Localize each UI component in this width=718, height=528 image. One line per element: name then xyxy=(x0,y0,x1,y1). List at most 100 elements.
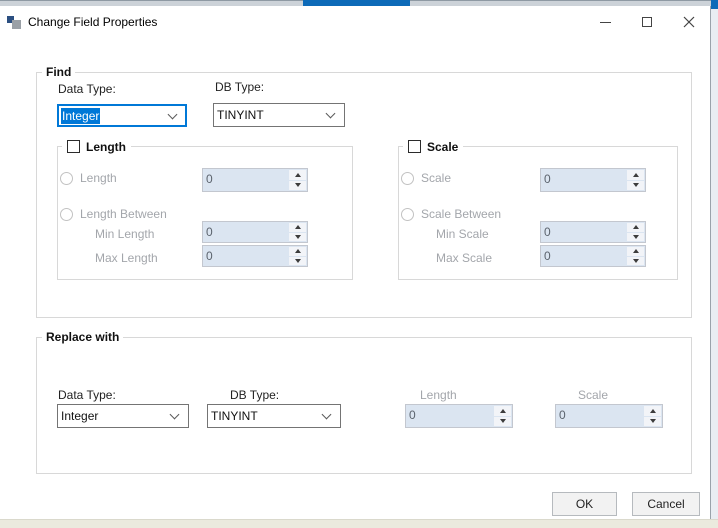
ok-button[interactable]: OK xyxy=(552,492,617,516)
min-length-spinner-value: 0 xyxy=(203,222,288,242)
scale-between-radio: Scale Between xyxy=(401,207,501,221)
chevron-down-icon xyxy=(322,410,332,420)
app-icon xyxy=(7,14,23,30)
spin-buttons xyxy=(627,223,644,241)
length-radio: Length xyxy=(60,171,117,185)
min-scale-spinner-value: 0 xyxy=(541,222,626,242)
spin-down-icon xyxy=(627,257,644,266)
replace-data-type-label: Data Type: xyxy=(58,388,116,402)
length-checkbox-label: Length xyxy=(86,140,126,154)
scale-spinner-value: 0 xyxy=(541,169,626,191)
spin-up-icon xyxy=(289,247,306,256)
replace-length-label: Length xyxy=(420,388,457,402)
replace-db-type-select[interactable]: TINYINT xyxy=(207,404,341,428)
scale-radio-label: Scale xyxy=(421,171,451,185)
radio-icon xyxy=(60,208,73,221)
maximize-icon xyxy=(642,17,652,27)
spin-buttons xyxy=(627,247,644,265)
spin-down-icon xyxy=(289,233,306,242)
spin-down-icon xyxy=(289,257,306,266)
spin-buttons xyxy=(494,406,511,426)
replace-data-type-select[interactable]: Integer xyxy=(57,404,189,428)
find-data-type-label: Data Type: xyxy=(58,82,116,96)
checkbox-icon xyxy=(67,140,80,153)
radio-icon xyxy=(60,172,73,185)
replace-length-spinner: 0 xyxy=(405,404,513,428)
replace-db-type-value: TINYINT xyxy=(211,409,258,423)
minimize-button[interactable] xyxy=(584,8,626,36)
max-scale-spinner-value: 0 xyxy=(541,246,626,266)
replace-group-label: Replace with xyxy=(42,330,123,344)
chevron-down-icon xyxy=(326,109,336,119)
length-between-radio: Length Between xyxy=(60,207,167,221)
maximize-button[interactable] xyxy=(626,8,668,36)
replace-scale-label: Scale xyxy=(578,388,608,402)
find-group-label: Find xyxy=(42,65,75,79)
find-data-type-select[interactable]: Integer xyxy=(57,104,187,127)
spin-up-icon xyxy=(289,170,306,180)
spin-up-icon xyxy=(627,223,644,232)
close-button[interactable] xyxy=(668,8,710,36)
length-radio-label: Length xyxy=(80,171,117,185)
scale-checkbox-label: Scale xyxy=(427,140,458,154)
max-length-label: Max Length xyxy=(95,251,158,265)
window-title: Change Field Properties xyxy=(28,15,157,29)
background-right-strip xyxy=(711,0,718,519)
spin-buttons xyxy=(627,170,644,190)
spin-up-icon xyxy=(627,247,644,256)
length-spinner: 0 xyxy=(202,168,308,192)
scale-checkbox[interactable]: Scale xyxy=(403,139,463,154)
min-length-label: Min Length xyxy=(95,227,154,241)
checkbox-icon xyxy=(408,140,421,153)
chevron-down-icon xyxy=(168,110,178,120)
max-length-spinner-value: 0 xyxy=(203,246,288,266)
radio-icon xyxy=(401,172,414,185)
replace-scale-spinner: 0 xyxy=(555,404,663,428)
min-scale-spinner: 0 xyxy=(540,221,646,243)
caption-buttons xyxy=(584,8,710,36)
spin-buttons xyxy=(289,247,306,265)
spin-buttons xyxy=(644,406,661,426)
spin-buttons xyxy=(289,223,306,241)
scale-between-radio-label: Scale Between xyxy=(421,207,501,221)
replace-length-spinner-value: 0 xyxy=(406,405,493,427)
spin-up-icon xyxy=(289,223,306,232)
spin-up-icon xyxy=(644,406,661,416)
replace-db-type-label: DB Type: xyxy=(230,388,279,402)
screen: Change Field Properties Find D xyxy=(0,0,718,528)
radio-icon xyxy=(401,208,414,221)
length-between-radio-label: Length Between xyxy=(80,207,167,221)
scale-radio: Scale xyxy=(401,171,451,185)
background-right-accent xyxy=(711,0,718,9)
dialog-window: Change Field Properties Find D xyxy=(0,6,711,519)
max-scale-label: Max Scale xyxy=(436,251,492,265)
find-db-type-label: DB Type: xyxy=(215,80,264,94)
spin-down-icon xyxy=(627,233,644,242)
min-length-spinner: 0 xyxy=(202,221,308,243)
title-bar: Change Field Properties xyxy=(0,6,710,38)
chevron-down-icon xyxy=(170,410,180,420)
close-icon xyxy=(683,16,695,28)
length-checkbox[interactable]: Length xyxy=(62,139,131,154)
max-length-spinner: 0 xyxy=(202,245,308,267)
scale-spinner: 0 xyxy=(540,168,646,192)
find-db-type-value: TINYINT xyxy=(217,108,264,122)
cancel-button[interactable]: Cancel xyxy=(632,492,700,516)
find-data-type-value: Integer xyxy=(61,108,100,124)
spin-down-icon xyxy=(494,417,511,427)
find-db-type-select[interactable]: TINYINT xyxy=(213,103,345,127)
background-bottom-strip xyxy=(0,519,718,528)
minimize-icon xyxy=(600,22,611,23)
replace-data-type-value: Integer xyxy=(61,409,98,423)
spin-up-icon xyxy=(627,170,644,180)
spin-down-icon xyxy=(289,181,306,191)
length-spinner-value: 0 xyxy=(203,169,288,191)
spin-buttons xyxy=(289,170,306,190)
replace-scale-spinner-value: 0 xyxy=(556,405,643,427)
min-scale-label: Min Scale xyxy=(436,227,489,241)
spin-down-icon xyxy=(627,181,644,191)
max-scale-spinner: 0 xyxy=(540,245,646,267)
spin-down-icon xyxy=(644,417,661,427)
app-icon-square-gray xyxy=(12,20,21,29)
spin-up-icon xyxy=(494,406,511,416)
